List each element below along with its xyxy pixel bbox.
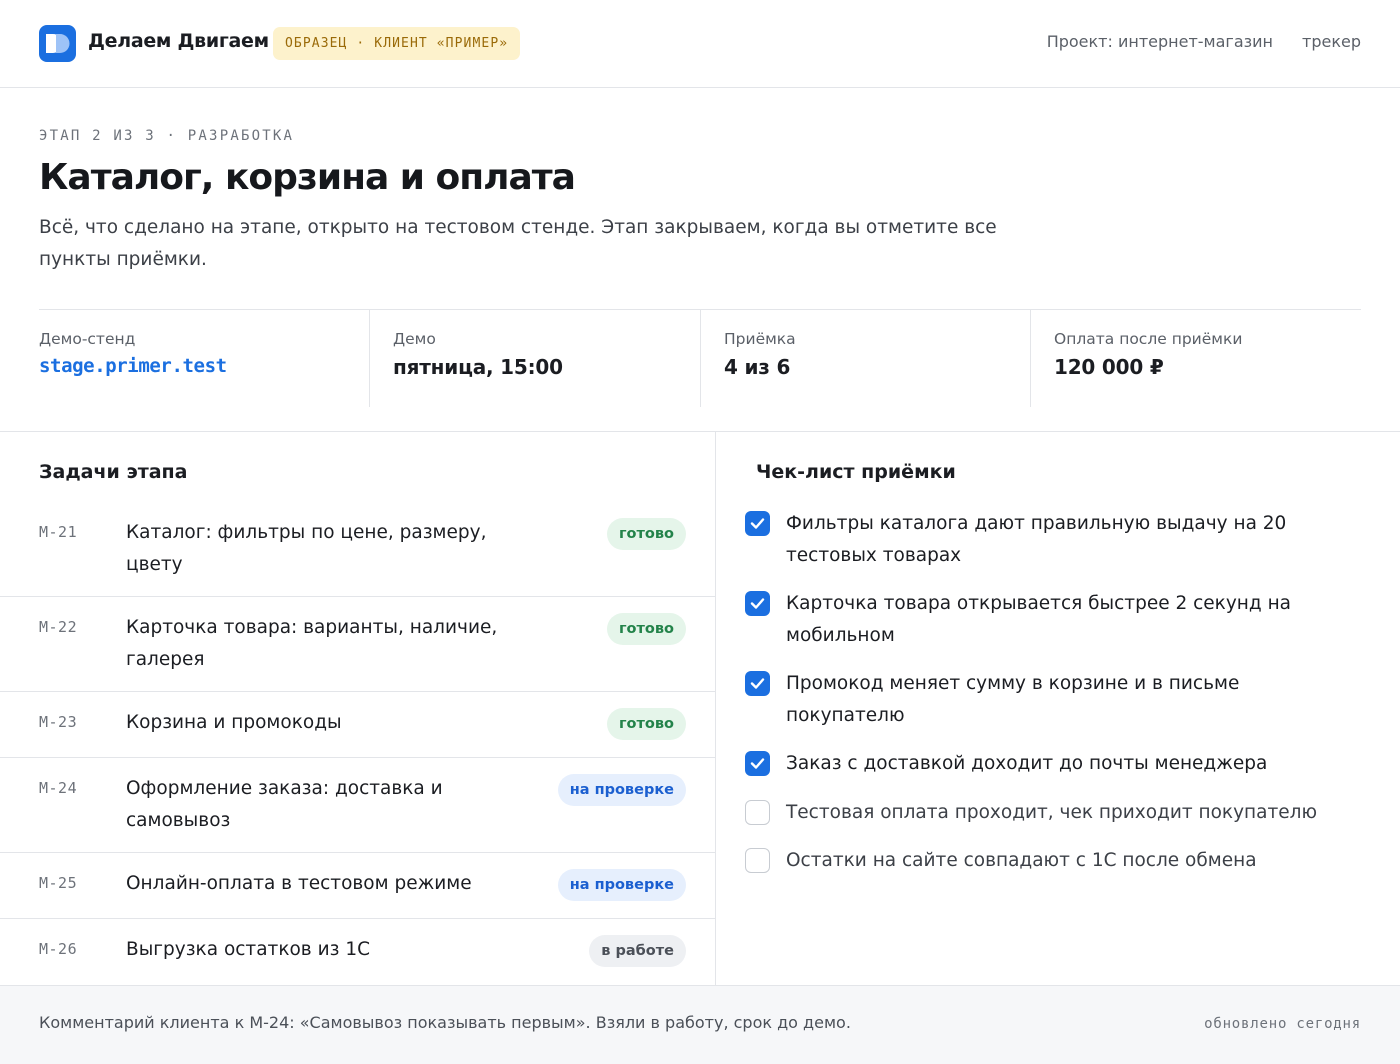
task-id: M-21 [39,523,78,541]
task-name[interactable]: Каталог: фильтры по цене, размеру, цвету [126,517,536,581]
client-comment: Комментарий клиента к М-24: «Самовывоз п… [39,1013,851,1032]
status-badge: готово [606,708,686,740]
task-id: M-26 [39,940,78,958]
task-name[interactable]: Оформление заказа: доставка и самовывоз [126,773,536,837]
stat-acceptance: Приёмка 4 из 6 [701,310,1031,407]
page-footer: Комментарий клиента к М-24: «Самовывоз п… [0,985,1400,1064]
checkbox-checked[interactable] [745,591,770,616]
checklist-item[interactable]: Остатки на сайте совпадают с 1С после об… [745,845,1345,893]
checkbox-unchecked[interactable] [745,848,770,873]
task-row[interactable]: M-26 Выгрузка остатков из 1С в работе [0,919,715,985]
app-header: Делаем Двигаем ОБРАЗЕЦ · КЛИЕНТ «ПРИМЕР»… [0,0,1400,88]
task-id: M-23 [39,713,78,731]
checklist-item[interactable]: Промокод меняет сумму в корзине и в пись… [745,668,1345,748]
tasks-heading: Задачи этапа [39,461,188,483]
status-badge: на проверке [557,774,686,806]
stat-value: 4 из 6 [724,355,791,379]
stat-label: Оплата после приёмки [1054,330,1243,348]
task-name[interactable]: Корзина и промокоды [126,707,536,739]
task-id: M-24 [39,779,78,797]
status-badge: готово [606,613,686,645]
checklist-item-text: Карточка товара открывается быстрее 2 се… [786,593,1292,646]
checklist-item-text: Остатки на сайте совпадают с 1С после об… [786,850,1257,871]
tasks-list: M-21 Каталог: фильтры по цене, размеру, … [0,502,715,985]
updated-timestamp: обновлено сегодня [1204,1016,1361,1032]
stage-description: Всё, что сделано на этапе, открыто на те… [39,217,997,270]
stat-value: пятница, 15:00 [393,355,563,379]
brand-logo-icon[interactable] [39,25,76,62]
check-icon [750,678,765,689]
checklist-item-text: Тестовая оплата проходит, чек приходит п… [786,802,1318,823]
checklist-item-text: Промокод меняет сумму в корзине и в пись… [786,673,1240,726]
checklist-item[interactable]: Тестовая оплата проходит, чек приходит п… [745,797,1345,845]
task-name[interactable]: Карточка товара: варианты, наличие, гале… [126,612,536,676]
task-row[interactable]: M-22 Карточка товара: варианты, наличие,… [0,597,715,692]
checkbox-checked[interactable] [745,751,770,776]
column-divider [715,432,716,986]
brand-name[interactable]: Делаем Двигаем [88,30,269,52]
checklist-item[interactable]: Карточка товара открывается быстрее 2 се… [745,588,1345,668]
sample-client-badge: ОБРАЗЕЦ · КЛИЕНТ «ПРИМЕР» [273,27,521,60]
project-link[interactable]: Проект: интернет-магазин [1047,32,1273,51]
stat-label: Демо [393,330,436,348]
stage-stats: Демо-стенд stage.primer.test Демо пятниц… [39,309,1361,407]
stat-demo-stand: Демо-стенд stage.primer.test [39,310,370,407]
checklist-heading: Чек-лист приёмки [756,461,956,483]
stage-eyebrow: ЭТАП 2 ИЗ 3 · РАЗРАБОТКА [39,128,295,144]
section-divider [0,431,1400,432]
stat-label: Демо-стенд [39,330,136,348]
tracker-link[interactable]: трекер [1302,32,1361,51]
checklist-item[interactable]: Заказ с доставкой доходит до почты менед… [745,748,1345,797]
stat-label: Приёмка [724,330,796,348]
check-icon [750,598,765,609]
task-row[interactable]: M-25 Онлайн-оплата в тестовом режиме на … [0,853,715,919]
task-row[interactable]: M-23 Корзина и промокоды готово [0,692,715,758]
task-name[interactable]: Выгрузка остатков из 1С [126,934,536,966]
check-icon [750,758,765,769]
checklist-item-text: Фильтры каталога дают правильную выдачу … [786,513,1287,566]
task-row[interactable]: M-21 Каталог: фильтры по цене, размеру, … [0,502,715,597]
check-icon [750,518,765,529]
page-title: Каталог, корзина и оплата [39,157,576,198]
task-id: M-25 [39,874,78,892]
task-name[interactable]: Онлайн-оплата в тестовом режиме [126,868,536,900]
checklist-item[interactable]: Фильтры каталога дают правильную выдачу … [745,508,1345,588]
status-badge: готово [606,518,686,550]
status-badge: в работе [589,935,686,967]
checkbox-unchecked[interactable] [745,800,770,825]
acceptance-checklist: Фильтры каталога дают правильную выдачу … [745,508,1345,893]
task-id: M-22 [39,618,78,636]
stat-demo-date: Демо пятница, 15:00 [370,310,701,407]
task-row[interactable]: M-24 Оформление заказа: доставка и самов… [0,758,715,853]
checkbox-checked[interactable] [745,671,770,696]
checklist-item-text: Заказ с доставкой доходит до почты менед… [786,753,1268,774]
stat-payment: Оплата после приёмки 120 000 ₽ [1031,310,1361,407]
stat-value: 120 000 ₽ [1054,355,1164,379]
checkbox-checked[interactable] [745,511,770,536]
status-badge: на проверке [557,869,686,901]
demo-stand-link[interactable]: stage.primer.test [39,355,369,377]
